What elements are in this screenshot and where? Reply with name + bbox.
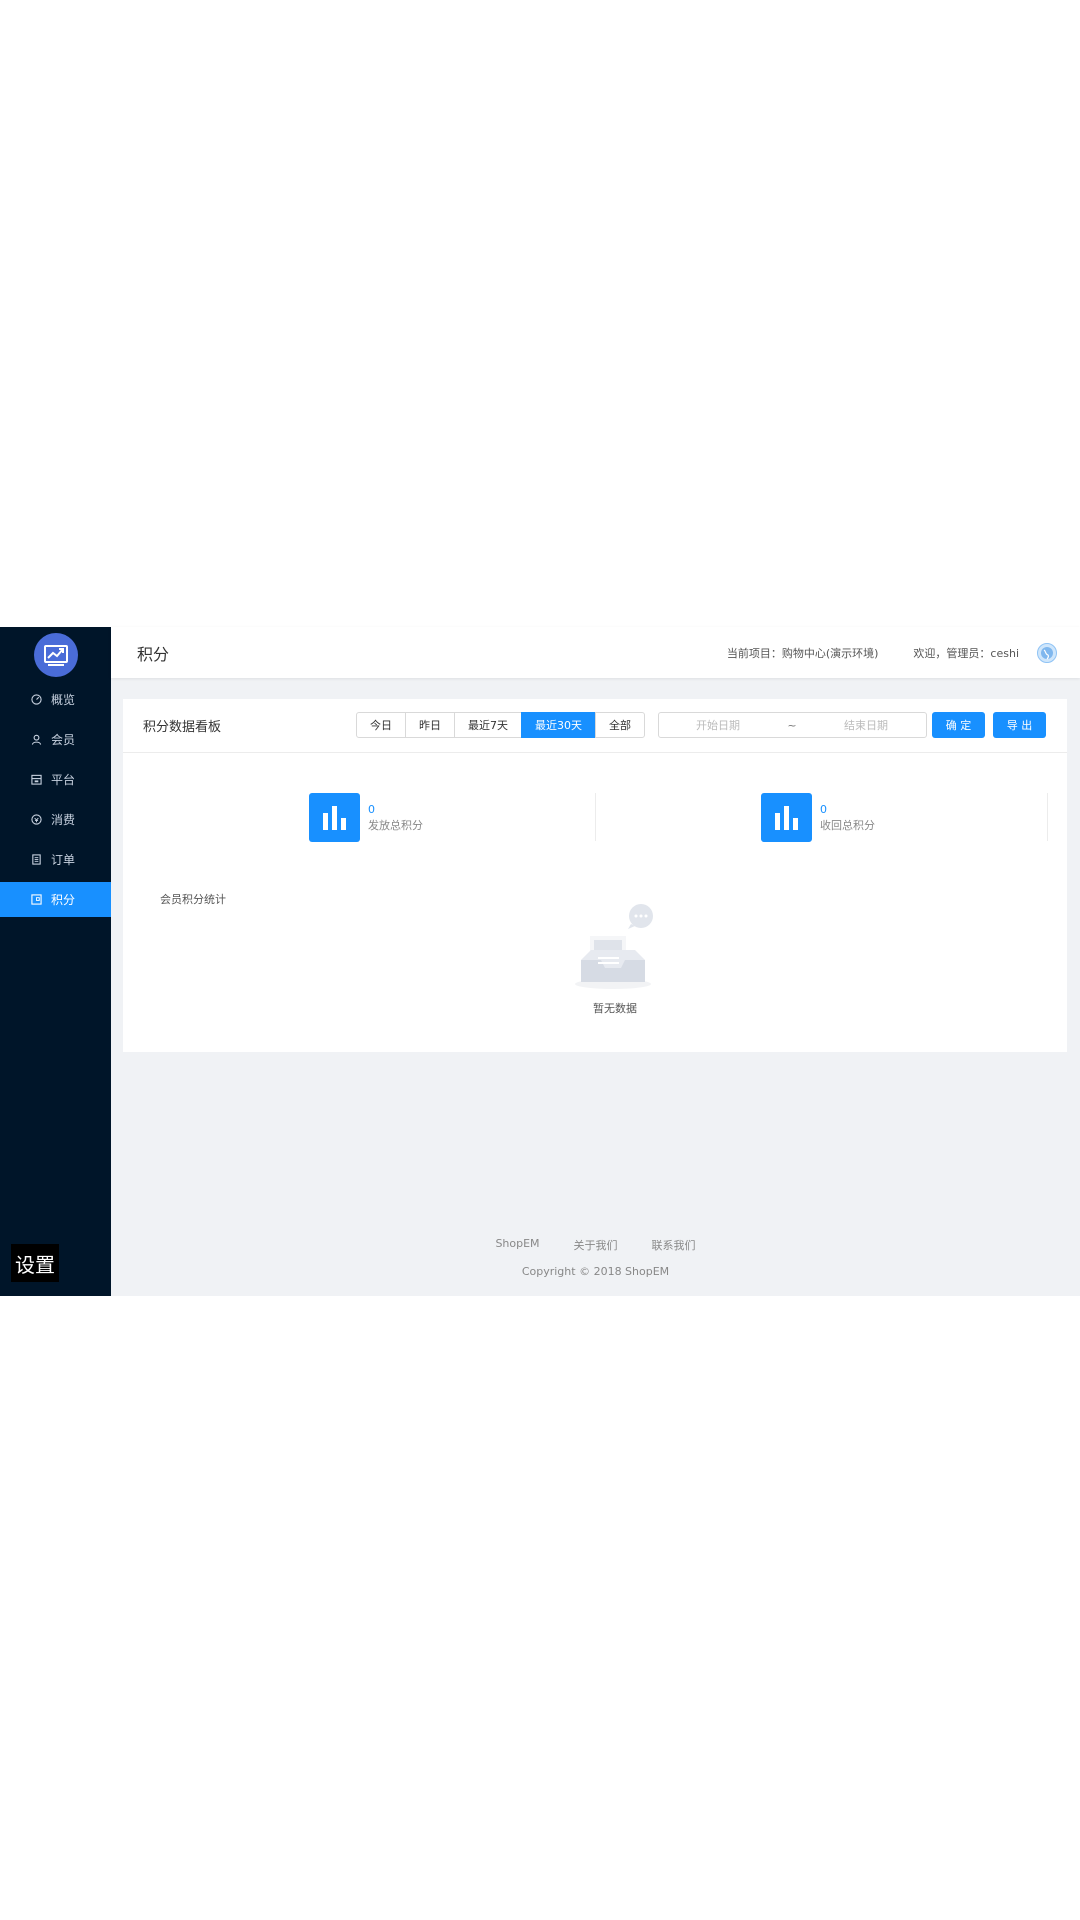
logo-chart-icon[interactable] xyxy=(33,632,78,677)
points-icon xyxy=(30,894,42,906)
sidebar-item-label: 积分 xyxy=(51,893,76,907)
shop-icon xyxy=(30,774,42,786)
sidebar-item-label: 消费 xyxy=(51,813,76,827)
tab-yesterday[interactable]: 昨日 xyxy=(405,712,455,738)
date-range-picker[interactable]: 开始日期 ~ 结束日期 xyxy=(658,712,927,738)
points-dashboard-panel: 积分数据看板 今日 昨日 最近7天 最近30天 全部 开始日期 ~ 结束日期 确… xyxy=(123,699,1067,1052)
sidebar-item-points[interactable]: 积分 xyxy=(0,882,111,917)
footer-link-contact[interactable]: 联系我们 xyxy=(652,1237,696,1253)
bar-chart-icon xyxy=(761,793,812,842)
panel-title: 积分数据看板 xyxy=(143,720,222,735)
start-date-input[interactable]: 开始日期 xyxy=(659,717,777,733)
date-separator: ~ xyxy=(787,718,797,732)
sidebar: 概览 会员 平台 消费 订单 积分 设置 xyxy=(0,627,111,1296)
footer-link-about[interactable]: 关于我们 xyxy=(574,1237,618,1253)
end-date-input[interactable]: 结束日期 xyxy=(807,717,925,733)
bar-chart-icon xyxy=(309,793,360,842)
current-project-label: 当前项目：购物中心(演示环境) xyxy=(726,646,879,660)
tab-last-7-days[interactable]: 最近7天 xyxy=(454,712,522,738)
time-range-tabs: 今日 昨日 最近7天 最近30天 全部 xyxy=(356,712,645,738)
divider xyxy=(1047,793,1048,841)
member-points-chart-title: 会员积分统计 xyxy=(160,893,226,906)
sidebar-item-orders[interactable]: 订单 xyxy=(0,842,111,877)
export-button[interactable]: 导 出 xyxy=(993,712,1046,738)
user-icon xyxy=(30,734,42,746)
globe-icon xyxy=(1041,646,1053,659)
sidebar-item-label: 概览 xyxy=(51,693,76,707)
order-icon xyxy=(30,854,42,866)
logo-area xyxy=(0,627,111,682)
settings-button[interactable]: 设置 xyxy=(11,1244,59,1282)
empty-state: 暂无数据 xyxy=(565,904,665,1016)
stat-issued-points: 0 发放总积分 xyxy=(309,793,423,842)
avatar[interactable] xyxy=(1037,642,1057,663)
sidebar-item-label: 会员 xyxy=(51,733,76,747)
consume-icon xyxy=(30,814,42,826)
sidebar-nav: 概览 会员 平台 消费 订单 积分 xyxy=(0,682,111,917)
tab-today[interactable]: 今日 xyxy=(356,712,406,738)
main-content: 积分 当前项目：购物中心(演示环境) 欢迎，管理员：ceshi 积分数据看板 今… xyxy=(111,627,1080,1296)
stats-row: 0 发放总积分 0 收回总积分 xyxy=(123,753,1067,863)
divider xyxy=(595,793,596,841)
sidebar-item-overview[interactable]: 概览 xyxy=(0,682,111,717)
stat-value: 0 xyxy=(820,802,827,816)
app-window: 概览 会员 平台 消费 订单 积分 设置 积分 当前项目：购物中心(演示环境) … xyxy=(0,627,1080,1296)
confirm-button[interactable]: 确 定 xyxy=(932,712,985,738)
sidebar-item-label: 订单 xyxy=(51,853,76,867)
copyright: Copyright © 2018 ShopEM xyxy=(521,1265,670,1278)
sidebar-item-platform[interactable]: 平台 xyxy=(0,762,111,797)
tab-last-30-days[interactable]: 最近30天 xyxy=(521,712,596,738)
footer-links: ShopEM 关于我们 联系我们 xyxy=(111,1237,1080,1253)
stat-label: 发放总积分 xyxy=(368,818,423,832)
dashboard-icon xyxy=(30,694,42,706)
tab-all[interactable]: 全部 xyxy=(595,712,645,738)
empty-inbox-icon xyxy=(575,904,653,989)
panel-toolbar: 积分数据看板 今日 昨日 最近7天 最近30天 全部 开始日期 ~ 结束日期 确… xyxy=(123,699,1067,753)
sidebar-item-members[interactable]: 会员 xyxy=(0,722,111,757)
page-title: 积分 xyxy=(137,644,170,664)
welcome-user-label: 欢迎，管理员：ceshi xyxy=(913,646,1019,660)
stat-value: 0 xyxy=(368,802,375,816)
top-header: 积分 当前项目：购物中心(演示环境) 欢迎，管理员：ceshi xyxy=(111,627,1080,678)
stat-recovered-points: 0 收回总积分 xyxy=(761,793,875,842)
footer: ShopEM 关于我们 联系我们 Copyright © 2018 ShopEM xyxy=(111,1237,1080,1278)
sidebar-item-consumption[interactable]: 消费 xyxy=(0,802,111,837)
empty-state-text: 暂无数据 xyxy=(593,1002,637,1015)
sidebar-item-label: 平台 xyxy=(51,773,76,787)
stat-label: 收回总积分 xyxy=(820,818,875,832)
footer-link-shopem[interactable]: ShopEM xyxy=(495,1237,539,1253)
